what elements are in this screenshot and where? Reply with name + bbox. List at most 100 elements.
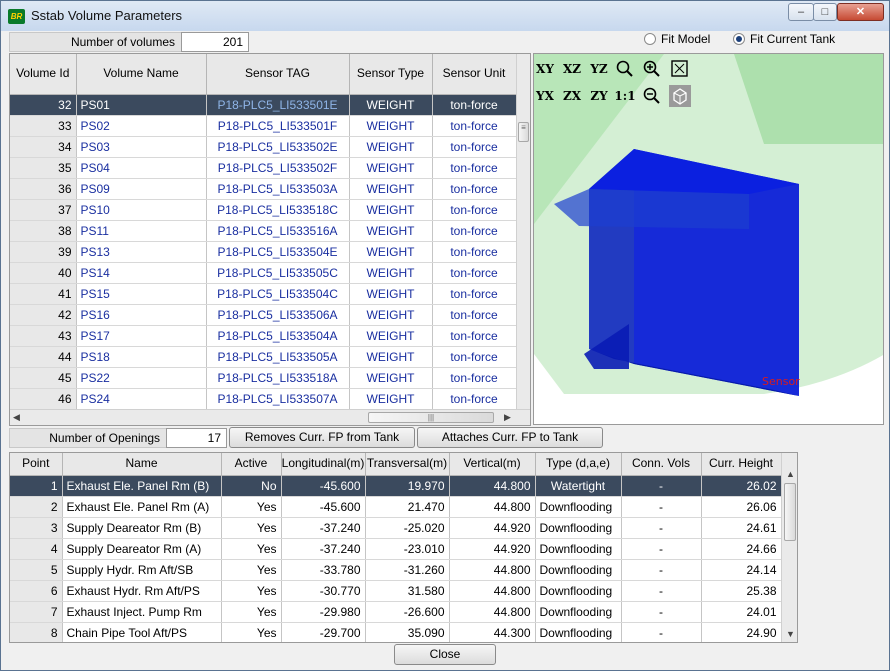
point-cell[interactable]: 5	[10, 559, 63, 581]
table-row[interactable]: 1 Exhaust Ele. Panel Rm (B) No -45.600 19.97…	[10, 475, 782, 497]
fit-model-radio[interactable]: Fit Model	[644, 32, 710, 46]
volume-id-cell[interactable]: 37	[10, 199, 77, 221]
column-header[interactable]: Sensor Unit	[432, 54, 517, 95]
column-header[interactable]: Type (d,a,e)	[535, 453, 622, 476]
openings-vertical-scrollbar[interactable]: ▲ ▼	[781, 453, 797, 642]
table-row[interactable]: 4 Supply Deareator Rm (A) Yes -37.240 -23.01…	[10, 538, 782, 560]
volume-name-cell[interactable]: PS14	[76, 262, 207, 284]
conn-vols-cell[interactable]: -	[621, 601, 702, 623]
volume-id-cell[interactable]: 45	[10, 367, 77, 389]
active-cell[interactable]: Yes	[221, 601, 282, 623]
sensor-type-cell[interactable]: WEIGHT	[349, 241, 433, 263]
table-row[interactable]: 40 PS14 P18-PLC5_LI533505C WEIGHT ton-force	[10, 262, 517, 284]
table-row[interactable]: 2 Exhaust Ele. Panel Rm (A) Yes -45.600 21.4…	[10, 496, 782, 518]
remove-fp-button[interactable]: Removes Curr. FP from Tank	[229, 427, 415, 448]
openings-count-field[interactable]: 17	[166, 428, 227, 448]
transversal-cell[interactable]: -26.600	[365, 601, 450, 623]
volume-name-cell[interactable]: PS11	[76, 220, 207, 242]
sensor-tag-cell[interactable]: P18-PLC5_LI533505A	[206, 346, 350, 368]
conn-vols-cell[interactable]: -	[621, 496, 702, 518]
sensor-tag-cell[interactable]: P18-PLC5_LI533504C	[206, 283, 350, 305]
opening-type-cell[interactable]: Downflooding	[535, 559, 622, 581]
volumes-count-field[interactable]: 201	[181, 32, 249, 52]
table-row[interactable]: 45 PS22 P18-PLC5_LI533518A WEIGHT ton-force	[10, 367, 517, 389]
table-row[interactable]: 38 PS11 P18-PLC5_LI533516A WEIGHT ton-force	[10, 220, 517, 242]
volume-name-cell[interactable]: PS02	[76, 115, 207, 137]
active-cell[interactable]: Yes	[221, 538, 282, 560]
sensor-type-cell[interactable]: WEIGHT	[349, 94, 433, 116]
longitudinal-cell[interactable]: -37.240	[281, 538, 366, 560]
sensor-unit-cell[interactable]: ton-force	[432, 283, 517, 305]
view-zy-button[interactable]: ZY	[588, 85, 610, 107]
column-header[interactable]: Active	[221, 453, 282, 476]
table-row[interactable]: 41 PS15 P18-PLC5_LI533504C WEIGHT ton-force	[10, 283, 517, 305]
volume-name-cell[interactable]: PS03	[76, 136, 207, 158]
sensor-tag-cell[interactable]: P18-PLC5_LI533516A	[206, 220, 350, 242]
sensor-tag-cell[interactable]: P18-PLC5_LI533501F	[206, 115, 350, 137]
volume-name-cell[interactable]: PS15	[76, 283, 207, 305]
fit-model-radio-dot[interactable]	[644, 33, 656, 45]
sensor-unit-cell[interactable]: ton-force	[432, 262, 517, 284]
zoom-in-icon[interactable]	[641, 58, 663, 80]
vertical-cell[interactable]: 44.800	[449, 601, 536, 623]
vertical-cell[interactable]: 44.800	[449, 475, 536, 497]
vertical-cell[interactable]: 44.300	[449, 622, 536, 642]
transversal-cell[interactable]: -31.260	[365, 559, 450, 581]
volume-id-cell[interactable]: 36	[10, 178, 77, 200]
volume-name-cell[interactable]: PS01	[76, 94, 207, 116]
sensor-tag-cell[interactable]: P18-PLC5_LI533518C	[206, 199, 350, 221]
curr-height-cell[interactable]: 26.06	[701, 496, 782, 518]
sensor-type-cell[interactable]: WEIGHT	[349, 220, 433, 242]
sensor-type-cell[interactable]: WEIGHT	[349, 283, 433, 305]
sensor-unit-cell[interactable]: ton-force	[432, 157, 517, 179]
point-cell[interactable]: 6	[10, 580, 63, 602]
conn-vols-cell[interactable]: -	[621, 475, 702, 497]
vertical-cell[interactable]: 44.800	[449, 559, 536, 581]
sensor-unit-cell[interactable]: ton-force	[432, 94, 517, 116]
opening-type-cell[interactable]: Downflooding	[535, 496, 622, 518]
table-row[interactable]: 42 PS16 P18-PLC5_LI533506A WEIGHT ton-force	[10, 304, 517, 326]
table-row[interactable]: 37 PS10 P18-PLC5_LI533518C WEIGHT ton-force	[10, 199, 517, 221]
active-cell[interactable]: Yes	[221, 517, 282, 539]
curr-height-cell[interactable]: 24.90	[701, 622, 782, 642]
transversal-cell[interactable]: -23.010	[365, 538, 450, 560]
sensor-unit-cell[interactable]: ton-force	[432, 220, 517, 242]
volume-id-cell[interactable]: 41	[10, 283, 77, 305]
sensor-unit-cell[interactable]: ton-force	[432, 136, 517, 158]
point-cell[interactable]: 8	[10, 622, 63, 642]
sensor-type-cell[interactable]: WEIGHT	[349, 346, 433, 368]
opening-name-cell[interactable]: Supply Deareator Rm (A)	[62, 538, 222, 560]
active-cell[interactable]: Yes	[221, 622, 282, 642]
conn-vols-cell[interactable]: -	[621, 538, 702, 560]
volumes-vscroll-thumb[interactable]: ≡	[518, 122, 529, 142]
sensor-unit-cell[interactable]: ton-force	[432, 199, 517, 221]
curr-height-cell[interactable]: 26.02	[701, 475, 782, 497]
column-header[interactable]: Sensor TAG	[206, 54, 350, 95]
sensor-unit-cell[interactable]: ton-force	[432, 367, 517, 389]
volume-name-cell[interactable]: PS16	[76, 304, 207, 326]
volumes-horizontal-scrollbar[interactable]: ◀ ||| ▶	[10, 409, 530, 425]
vertical-cell[interactable]: 44.800	[449, 496, 536, 518]
opening-name-cell[interactable]: Exhaust Ele. Panel Rm (B)	[62, 475, 222, 497]
volume-id-cell[interactable]: 38	[10, 220, 77, 242]
longitudinal-cell[interactable]: -45.600	[281, 475, 366, 497]
sensor-type-cell[interactable]: WEIGHT	[349, 157, 433, 179]
longitudinal-cell[interactable]: -37.240	[281, 517, 366, 539]
fit-current-tank-radio-dot[interactable]	[733, 33, 745, 45]
table-row[interactable]: 6 Exhaust Hydr. Rm Aft/PS Yes -30.770 31.580…	[10, 580, 782, 602]
sensor-tag-cell[interactable]: P18-PLC5_LI533507A	[206, 388, 350, 410]
column-header[interactable]: Transversal(m)	[365, 453, 450, 476]
column-header[interactable]: Volume Name	[76, 54, 207, 95]
scroll-up-icon[interactable]: ▲	[786, 469, 795, 479]
column-header[interactable]: Conn. Vols	[621, 453, 702, 476]
sensor-type-cell[interactable]: WEIGHT	[349, 304, 433, 326]
volume-id-cell[interactable]: 39	[10, 241, 77, 263]
table-row[interactable]: 7 Exhaust Inject. Pump Rm Yes -29.980 -26.60…	[10, 601, 782, 623]
sensor-type-cell[interactable]: WEIGHT	[349, 367, 433, 389]
volume-name-cell[interactable]: PS22	[76, 367, 207, 389]
curr-height-cell[interactable]: 24.66	[701, 538, 782, 560]
volume-id-cell[interactable]: 33	[10, 115, 77, 137]
volume-id-cell[interactable]: 42	[10, 304, 77, 326]
scroll-right-icon[interactable]: ▶	[504, 412, 511, 423]
close-window-button[interactable]: ✕	[837, 3, 884, 21]
